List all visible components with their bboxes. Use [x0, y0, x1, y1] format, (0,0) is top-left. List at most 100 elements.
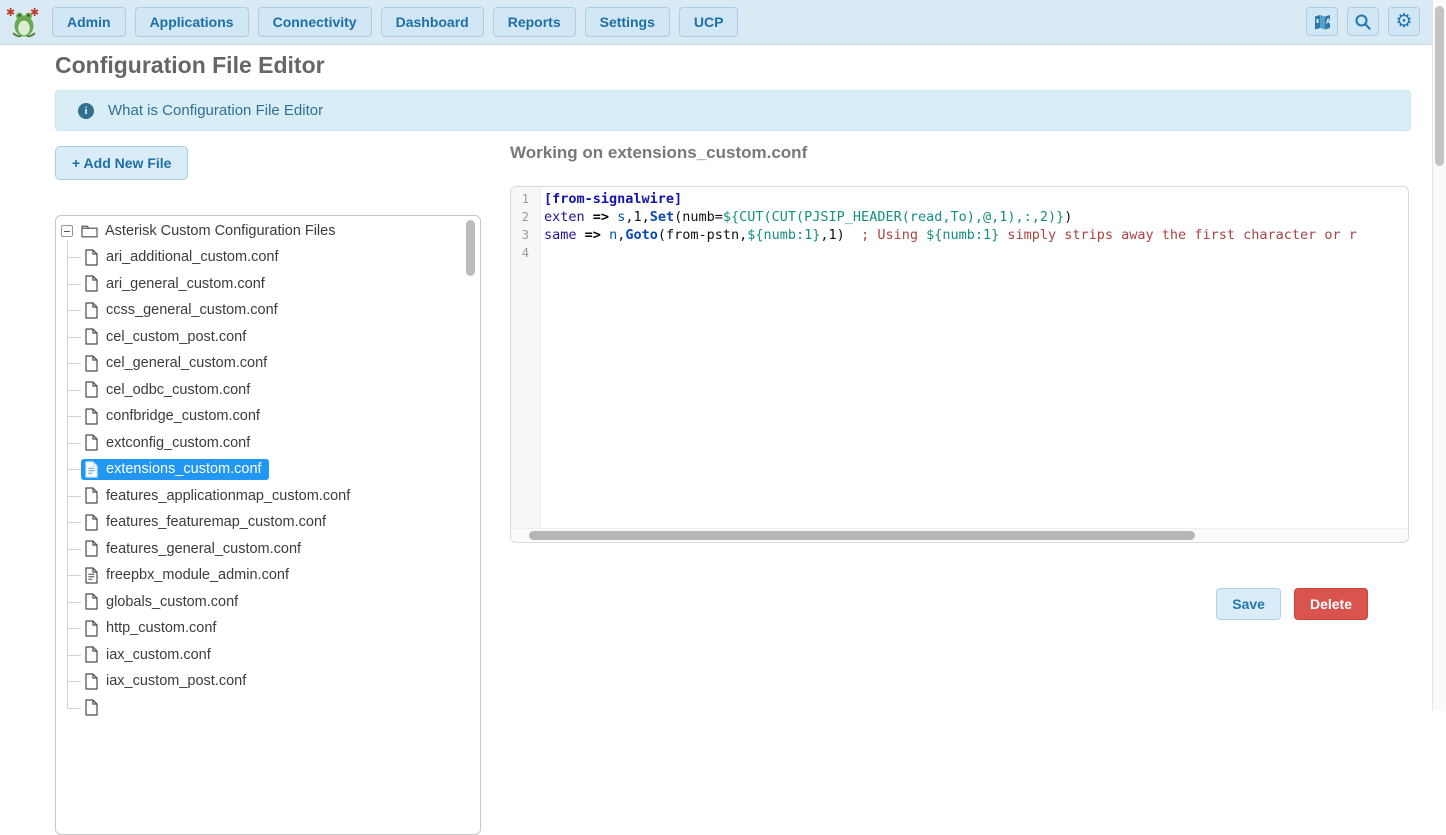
tree-node[interactable]: iax_custom_post.conf [81, 671, 253, 692]
tree-node[interactable]: ari_general_custom.conf [81, 273, 272, 294]
tree-node[interactable]: features_general_custom.conf [81, 538, 308, 559]
tree-file-features_applicationmap_custom.conf[interactable]: features_applicationmap_custom.conf [56, 483, 480, 510]
nav-tab-applications[interactable]: Applications [135, 7, 249, 37]
file-tree-children: ari_additional_custom.conf ari_general_c… [56, 244, 480, 721]
save-button[interactable]: Save [1216, 588, 1281, 620]
tree-node[interactable]: features_applicationmap_custom.conf [81, 485, 357, 506]
collapse-toggle-icon[interactable] [61, 225, 73, 237]
tree-file-extconfig_custom.conf[interactable]: extconfig_custom.conf [56, 430, 480, 457]
file-icon [84, 434, 99, 451]
code-area[interactable]: 1[from-signalwire]2exten => s,1,Set(numb… [511, 190, 1408, 528]
tree-node[interactable]: extconfig_custom.conf [81, 432, 257, 453]
file-icon [84, 381, 99, 398]
file-name-label: features_featuremap_custom.conf [106, 514, 326, 530]
nav-tab-ucp[interactable]: UCP [679, 7, 739, 37]
file-icon [84, 461, 99, 478]
code-line-1: 1[from-signalwire] [511, 190, 1408, 208]
search-button[interactable] [1347, 7, 1379, 36]
file-name-label: extensions_custom.conf [106, 461, 262, 477]
code-line-3: 3same => n,Goto(from-pstn,${numb:1},1) ;… [511, 226, 1408, 244]
tree-node[interactable]: cel_general_custom.conf [81, 353, 274, 374]
file-icon [84, 593, 99, 610]
add-new-file-button[interactable]: + Add New File [55, 146, 188, 180]
tree-node[interactable]: ccss_general_custom.conf [81, 300, 285, 321]
tree-file-cel_odbc_custom.conf[interactable]: cel_odbc_custom.conf [56, 377, 480, 404]
file-name-label: freepbx_module_admin.conf [106, 567, 289, 583]
line-number: 4 [511, 246, 535, 260]
file-icon [84, 567, 99, 584]
line-number: 3 [511, 228, 535, 242]
tree-file-cel_general_custom.conf[interactable]: cel_general_custom.conf [56, 350, 480, 377]
page-scrollbar[interactable] [1432, 0, 1446, 711]
tree-root-label: Asterisk Custom Configuration Files [105, 223, 335, 239]
info-banner[interactable]: i What is Configuration File Editor [55, 90, 1411, 131]
language-button[interactable]: A [1306, 7, 1338, 36]
nav-right-icons: A ⚙ [1306, 7, 1420, 36]
tree-node[interactable]: cel_custom_post.conf [81, 326, 253, 347]
freepbx-frog-logo[interactable]: ✱ ✱ [6, 4, 42, 40]
nav-tab-dashboard[interactable]: Dashboard [381, 7, 484, 37]
page-scrollbar-thumb[interactable] [1435, 6, 1444, 166]
info-banner-text: What is Configuration File Editor [108, 102, 323, 119]
tree-file-ari_general_custom.conf[interactable]: ari_general_custom.conf [56, 271, 480, 298]
nav-tab-connectivity[interactable]: Connectivity [258, 7, 372, 37]
file-icon [84, 646, 99, 663]
file-name-label: cel_general_custom.conf [106, 355, 267, 371]
nav-tab-reports[interactable]: Reports [493, 7, 576, 37]
tree-node[interactable]: cel_odbc_custom.conf [81, 379, 257, 400]
tree-node[interactable]: iax_custom.conf [81, 644, 218, 665]
tree-file-ccss_general_custom.conf[interactable]: ccss_general_custom.conf [56, 297, 480, 324]
file-name-label: features_general_custom.conf [106, 541, 301, 557]
folder-icon [81, 224, 98, 238]
file-name-label: confbridge_custom.conf [106, 408, 260, 424]
tree-node[interactable]: globals_custom.conf [81, 591, 245, 612]
tree-file-extensions_custom.conf[interactable]: extensions_custom.conf [56, 456, 480, 483]
svg-text:A: A [1325, 18, 1330, 25]
code-editor[interactable]: 1[from-signalwire]2exten => s,1,Set(numb… [510, 186, 1409, 543]
file-icon [84, 302, 99, 319]
file-icon [84, 249, 99, 266]
tree-node[interactable]: http_custom.conf [81, 618, 223, 639]
tree-root-row[interactable]: Asterisk Custom Configuration Files [56, 218, 480, 244]
tree-file-ari_additional_custom.conf[interactable]: ari_additional_custom.conf [56, 244, 480, 271]
file-icon [84, 699, 99, 716]
file-icon [84, 275, 99, 292]
file-icon [84, 620, 99, 637]
file-tree-panel: Asterisk Custom Configuration Files ari_… [55, 215, 481, 835]
language-icon: A [1313, 13, 1332, 31]
file-name-label: cel_custom_post.conf [106, 329, 246, 345]
tree-file-http_custom.conf[interactable]: http_custom.conf [56, 615, 480, 642]
file-tree: Asterisk Custom Configuration Files ari_… [56, 216, 480, 721]
tree-file-features_general_custom.conf[interactable]: features_general_custom.conf [56, 536, 480, 563]
gear-icon: ⚙ [1395, 12, 1412, 31]
tree-node[interactable]: extensions_custom.conf [81, 459, 269, 480]
code-line-text: [from-signalwire] [535, 191, 682, 207]
tree-file-globals_custom.conf[interactable]: globals_custom.conf [56, 589, 480, 616]
tree-scrollbar-thumb[interactable] [466, 220, 475, 276]
tree-node[interactable]: confbridge_custom.conf [81, 406, 267, 427]
nav-tab-settings[interactable]: Settings [585, 7, 670, 37]
search-icon [1354, 13, 1372, 31]
tree-file-confbridge_custom.conf[interactable]: confbridge_custom.conf [56, 403, 480, 430]
delete-button[interactable]: Delete [1294, 588, 1368, 620]
tree-file-features_featuremap_custom.conf[interactable]: features_featuremap_custom.conf [56, 509, 480, 536]
tree-node[interactable]: freepbx_module_admin.conf [81, 565, 296, 586]
tree-file-iax_custom_post.conf[interactable]: iax_custom_post.conf [56, 668, 480, 695]
file-icon [84, 355, 99, 372]
file-icon [84, 408, 99, 425]
tree-file-partial[interactable] [56, 695, 480, 722]
editor-horizontal-scrollbar[interactable] [511, 528, 1408, 542]
tree-file-iax_custom.conf[interactable]: iax_custom.conf [56, 642, 480, 669]
file-icon [84, 328, 99, 345]
editor-hscrollbar-thumb[interactable] [529, 531, 1195, 540]
tree-file-freepbx_module_admin.conf[interactable]: freepbx_module_admin.conf [56, 562, 480, 589]
settings-button[interactable]: ⚙ [1388, 7, 1420, 36]
nav-tab-admin[interactable]: Admin [52, 7, 126, 37]
tree-file-cel_custom_post.conf[interactable]: cel_custom_post.conf [56, 324, 480, 351]
svg-text:✱: ✱ [6, 7, 15, 19]
tree-node[interactable]: ari_additional_custom.conf [81, 247, 286, 268]
tree-node[interactable] [81, 697, 106, 718]
tree-node[interactable]: features_featuremap_custom.conf [81, 512, 333, 533]
file-name-label: cel_odbc_custom.conf [106, 382, 250, 398]
file-name-label: extconfig_custom.conf [106, 435, 250, 451]
